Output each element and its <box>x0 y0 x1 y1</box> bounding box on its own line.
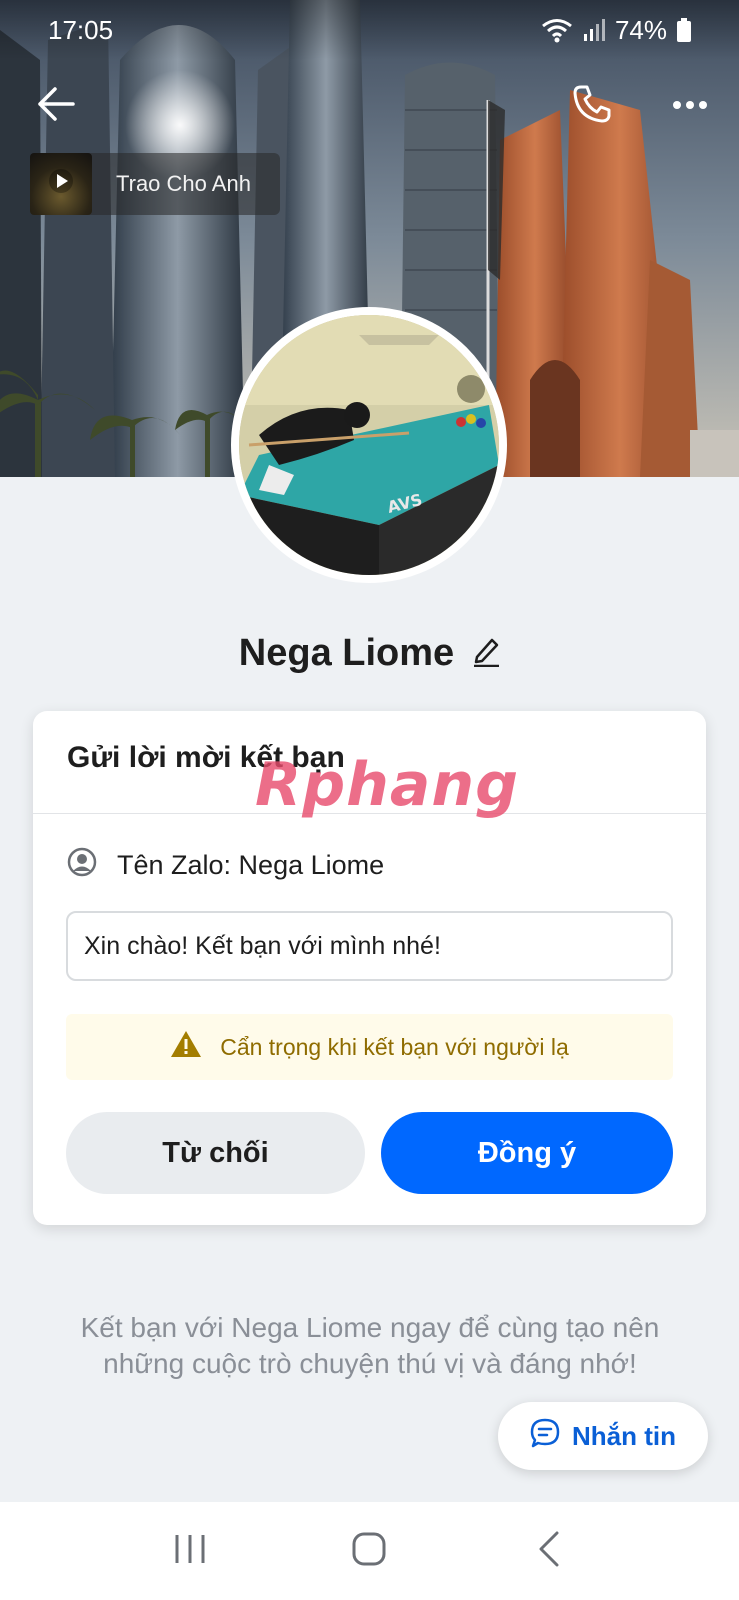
stranger-warning: Cẩn trọng khi kết bạn với người lạ <box>66 1014 673 1080</box>
chat-bubble-icon <box>530 1418 560 1455</box>
back-nav-icon <box>537 1531 561 1572</box>
call-button[interactable] <box>566 80 618 132</box>
send-message-label: Nhắn tin <box>572 1420 676 1451</box>
album-cover <box>30 153 92 215</box>
signal-icon <box>583 18 605 42</box>
profile-name-row: Nega Liome <box>0 623 739 683</box>
warning-text: Cẩn trọng khi kết bạn với người lạ <box>220 1033 569 1060</box>
friend-suggestion-text: Kết bạn với Nega Liome ngay để cùng tạo … <box>80 1312 660 1379</box>
battery-percent: 74% <box>614 14 667 45</box>
edit-pencil-icon[interactable] <box>472 635 500 672</box>
greeting-message-input[interactable] <box>66 911 673 981</box>
more-icon <box>672 97 708 115</box>
profile-music[interactable]: Trao Cho Anh <box>30 153 280 215</box>
status-time: 17:05 <box>48 14 114 45</box>
system-back-button[interactable] <box>519 1521 579 1581</box>
song-title: Trao Cho Anh <box>116 171 251 196</box>
back-arrow-icon <box>37 86 75 126</box>
back-button[interactable] <box>30 80 82 132</box>
recent-apps-button[interactable] <box>160 1521 220 1581</box>
profile-name: Nega Liome <box>238 631 455 674</box>
decline-button[interactable]: Từ chối <box>66 1112 365 1194</box>
recent-apps-icon <box>173 1533 207 1570</box>
zalo-name-row: Tên Zalo: Nega Liome <box>67 847 384 884</box>
user-circle-icon <box>67 847 97 884</box>
send-message-button[interactable]: Nhắn tin <box>498 1402 708 1470</box>
wifi-icon <box>541 17 573 43</box>
system-nav-bar <box>0 1502 739 1600</box>
battery-icon <box>677 18 691 42</box>
status-icons: 74% <box>541 15 691 46</box>
phone-icon <box>572 84 612 129</box>
play-icon <box>48 168 74 200</box>
home-button[interactable] <box>339 1521 399 1581</box>
warning-icon <box>170 1030 202 1064</box>
more-button[interactable] <box>664 80 716 132</box>
watermark-logo: Rphang <box>255 750 520 820</box>
avatar[interactable]: AVS <box>231 307 507 583</box>
home-icon <box>352 1532 386 1571</box>
status-bar: 17:05 74% <box>0 0 739 60</box>
zalo-name: Tên Zalo: Nega Liome <box>117 850 385 880</box>
accept-button[interactable]: Đồng ý <box>381 1112 673 1194</box>
